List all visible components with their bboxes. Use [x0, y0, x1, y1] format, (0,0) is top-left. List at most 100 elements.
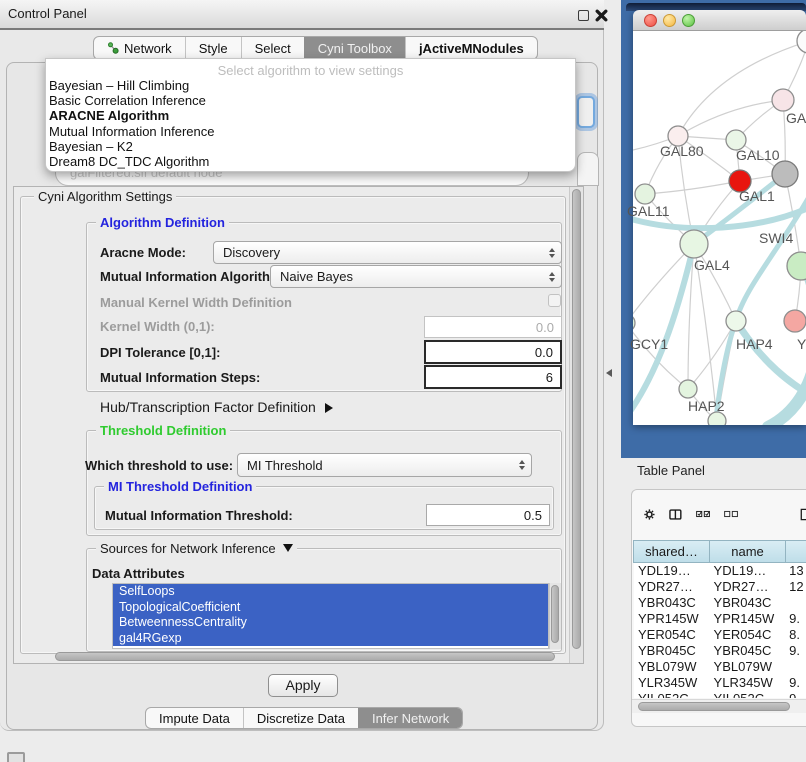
collapsed-arrow-icon [325, 403, 333, 413]
mi-algorithm-type-combo[interactable]: Naive Bayes [270, 265, 562, 288]
kernel-width-field[interactable]: 0.0 [424, 316, 562, 338]
close-traffic-light-icon[interactable] [644, 14, 657, 27]
document-icon[interactable] [800, 505, 806, 524]
zoom-traffic-light-icon[interactable] [682, 14, 695, 27]
table-toolbar [632, 490, 806, 538]
table-row[interactable]: YBL079WYBL079W [634, 659, 806, 675]
algorithm-option[interactable]: Bayesian – Hill Climbing [46, 78, 575, 93]
minimized-panel-icon[interactable] [7, 752, 25, 762]
scrollbar-thumb[interactable] [572, 189, 581, 649]
cyni-algorithm-settings-title: Cyni Algorithm Settings [34, 189, 176, 204]
mi-threshold-field[interactable]: 0.5 [426, 504, 550, 526]
node-label-gal80: GAL80 [660, 143, 704, 159]
dpi-tolerance-field[interactable]: 0.0 [424, 340, 562, 364]
gear-icon[interactable] [644, 506, 655, 523]
attribute-item[interactable]: BetweennessCentrality [113, 615, 548, 631]
algorithm-option[interactable]: Mutual Information Inference [46, 124, 575, 139]
split-columns-icon[interactable] [669, 506, 682, 523]
control-panel-tabbar: Network Style Select Cyni Toolbox jActiv… [93, 36, 538, 60]
mi-steps-field[interactable]: 6 [424, 365, 562, 389]
combo-spinner-icon [549, 248, 555, 258]
expanded-arrow-icon [283, 544, 293, 552]
column-header-partial[interactable] [785, 540, 806, 563]
combo-spinner-icon [519, 460, 525, 470]
algorithm-option[interactable]: Bayesian – K2 [46, 139, 575, 154]
apply-button[interactable]: Apply [268, 674, 338, 697]
node-swi4[interactable] [787, 252, 806, 280]
dpi-tolerance-label: DPI Tolerance [0,1]: [100, 345, 220, 360]
node-label-gal4: GAL4 [694, 257, 730, 273]
node-hap2[interactable] [679, 380, 697, 398]
close-icon[interactable] [595, 9, 608, 22]
network-canvas[interactable] [633, 31, 806, 425]
minimize-traffic-light-icon[interactable] [663, 14, 676, 27]
tab-infer-network[interactable]: Infer Network [358, 708, 462, 728]
table-hscrollbar[interactable] [632, 699, 806, 713]
node-gray[interactable] [772, 161, 798, 187]
node-gcy1[interactable] [633, 314, 635, 332]
node-label-hap2: HAP2 [688, 398, 725, 414]
node-label-hap4: HAP4 [736, 336, 773, 352]
unselect-all-checkboxes-icon[interactable] [724, 508, 738, 520]
network-graph [633, 31, 806, 425]
tab-select[interactable]: Select [241, 37, 304, 59]
node-label-y: Y [797, 336, 806, 352]
data-attributes-list: SelfLoops TopologicalCoefficient Between… [112, 583, 549, 649]
table-row[interactable]: YDL19…YDL19…13 [634, 563, 806, 579]
manual-kernel-label: Manual Kernel Width Definition [100, 295, 292, 310]
settings-vscrollbar[interactable] [569, 187, 583, 663]
attribute-item[interactable]: SelfLoops [113, 584, 548, 600]
control-panel-titlebar[interactable]: Control Panel [0, 0, 604, 30]
tab-cyni-toolbox[interactable]: Cyni Toolbox [304, 37, 405, 59]
table-row[interactable]: YBR043CYBR043C [634, 595, 806, 611]
algorithm-option[interactable]: Basic Correlation Inference [46, 93, 575, 108]
algorithm-option-selected[interactable]: ARACNE Algorithm [46, 108, 575, 123]
tab-style[interactable]: Style [185, 37, 241, 59]
sources-group-title[interactable]: Sources for Network Inference [96, 541, 297, 556]
select-all-checkboxes-icon[interactable] [696, 508, 710, 520]
node-hap4[interactable] [726, 311, 746, 331]
aracne-mode-label: Aracne Mode: [100, 245, 186, 260]
node-gal4[interactable] [680, 230, 708, 258]
scrollbar-thumb[interactable] [638, 702, 790, 711]
algorithm-dropdown-popup: Select algorithm to view settings Bayesi… [45, 58, 576, 172]
table-panel-title: Table Panel [637, 463, 705, 478]
splitter-collapse-icon[interactable] [606, 369, 612, 377]
inference-algorithm-combo-fragment[interactable] [577, 96, 595, 128]
aracne-mode-combo[interactable]: Discovery [213, 241, 562, 264]
manual-kernel-checkbox[interactable] [548, 294, 561, 307]
hub-section-toggle[interactable]: Hub/Transcription Factor Definition [100, 399, 333, 415]
node-salmon[interactable] [784, 310, 806, 332]
algorithm-option[interactable]: Dream8 DC_TDC Algorithm [46, 154, 575, 169]
tab-impute-data[interactable]: Impute Data [146, 708, 243, 728]
table-row[interactable]: YBR045CYBR045C9. [634, 643, 806, 659]
node-gal[interactable] [772, 89, 794, 111]
column-header-shared[interactable]: shared… [633, 540, 710, 563]
node-gal11[interactable] [635, 184, 655, 204]
column-header-name[interactable]: name [709, 540, 786, 563]
settings-hscrollbar-thumb[interactable] [55, 652, 555, 661]
table-row[interactable]: YDR27…YDR27…12 [634, 579, 806, 595]
table-row[interactable]: YIL052CYIL052C9 [634, 691, 806, 698]
tab-network[interactable]: Network [94, 37, 185, 59]
node-label-gal11: GAL11 [627, 203, 670, 219]
node-label-gcy1: GCY1 [630, 336, 668, 352]
attribute-item[interactable]: TopologicalCoefficient [113, 600, 548, 616]
table-row[interactable]: YLR345WYLR345W9. [634, 675, 806, 691]
group-corner-fragment [577, 152, 599, 186]
node-partial[interactable] [797, 31, 806, 53]
tab-jactivemnodules[interactable]: jActiveMNodules [405, 37, 537, 59]
which-threshold-label: Which threshold to use: [85, 458, 233, 473]
threshold-definition-title: Threshold Definition [96, 423, 230, 438]
scrollbar-thumb[interactable] [551, 585, 559, 643]
attribute-item[interactable]: gal4RGexp [113, 631, 548, 647]
table-row[interactable]: YER054CYER054C8. [634, 627, 806, 643]
table-row[interactable]: YPR145WYPR145W9. [634, 611, 806, 627]
attribute-list-scrollbar[interactable] [549, 583, 561, 649]
network-window-titlebar[interactable] [633, 10, 806, 31]
tab-discretize-data[interactable]: Discretize Data [243, 708, 358, 728]
float-window-icon[interactable] [578, 10, 589, 21]
which-threshold-combo[interactable]: MI Threshold [237, 453, 532, 477]
screen: Control Panel Network Style Select Cyni … [0, 0, 806, 762]
cyni-bottom-tabbar: Impute Data Discretize Data Infer Networ… [145, 707, 463, 729]
